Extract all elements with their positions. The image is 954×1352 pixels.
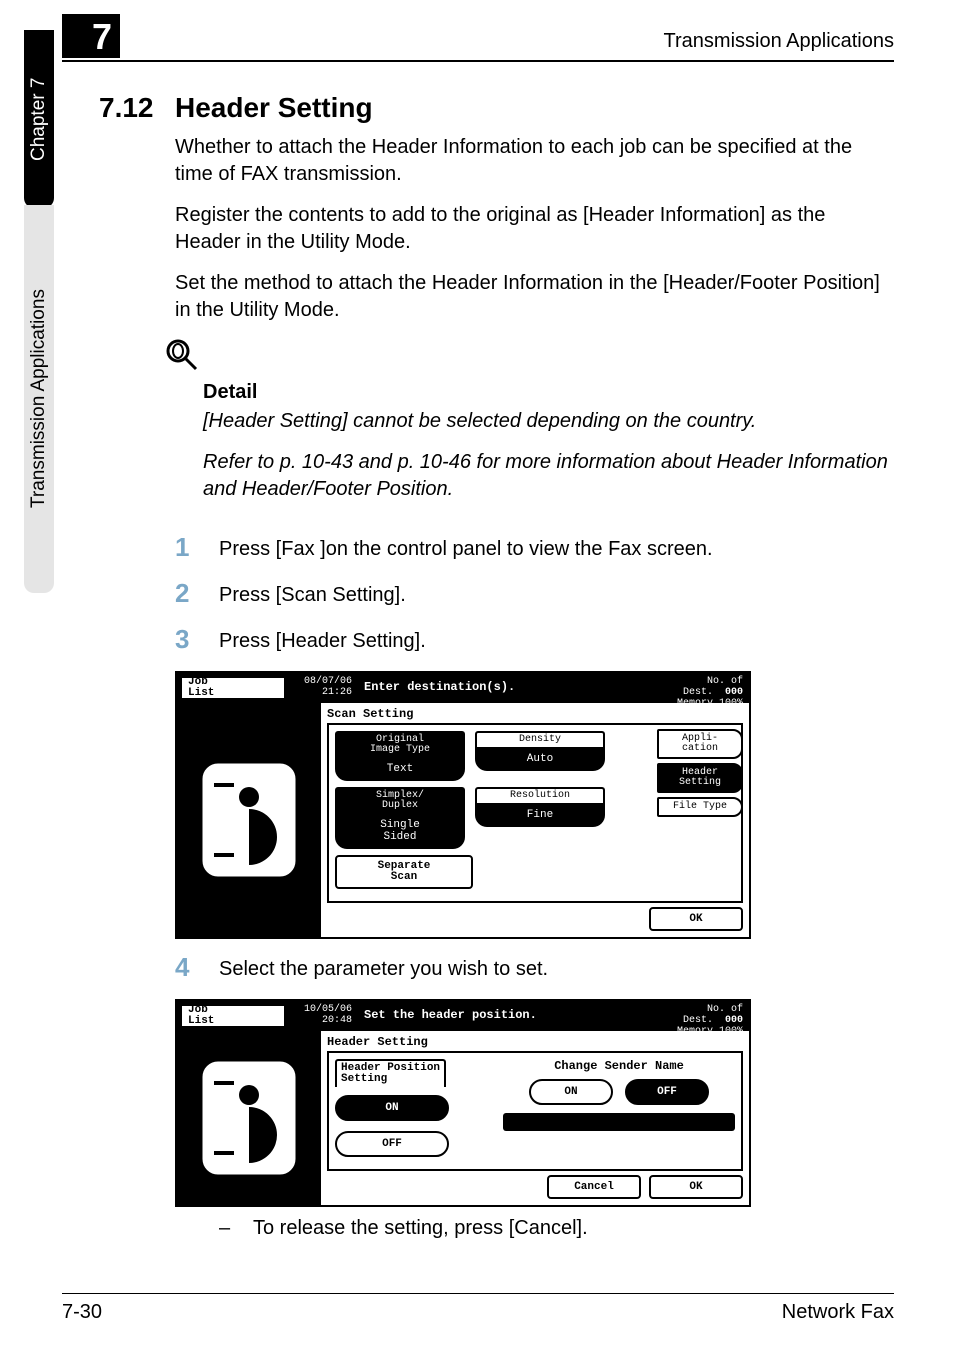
screenshot-header-setting: Job List 10/05/0620:48 Set the header po… xyxy=(175,999,894,1207)
step-4-sub: To release the setting, press [Cancel]. xyxy=(253,1217,588,1240)
header-position-group: Header Position Setting xyxy=(335,1059,446,1087)
status-message: Enter destination(s). xyxy=(356,673,643,703)
step-number-1: 1 xyxy=(175,533,219,562)
job-list-button[interactable]: Job List xyxy=(180,676,286,700)
screenshot-scan-setting: Job List 08/07/0621:26 Enter destination… xyxy=(175,671,894,939)
step-number-3: 3 xyxy=(175,625,219,654)
step-text-1: Press [Fax ]on the control panel to view… xyxy=(219,533,713,563)
section-title: Header Setting xyxy=(175,92,373,123)
change-sender-off[interactable]: OFF xyxy=(625,1079,709,1105)
tab-file-type[interactable]: File Type xyxy=(657,797,743,817)
side-tab-application: Transmission Applications xyxy=(24,205,54,593)
change-sender-name-label: Change Sender Name xyxy=(503,1059,735,1073)
page-header-title: Transmission Applications xyxy=(664,30,894,53)
ok-button[interactable]: OK xyxy=(649,907,743,931)
footer-title: Network Fax xyxy=(782,1301,894,1324)
ok-button[interactable]: OK xyxy=(649,1175,743,1199)
resolution-button[interactable]: Resolution Fine xyxy=(475,787,605,849)
sender-name-slot xyxy=(503,1113,735,1131)
detail-text-2: Refer to p. 10-43 and p. 10-46 for more … xyxy=(203,449,894,503)
section-number: 7.12 xyxy=(99,92,175,124)
step-number-2: 2 xyxy=(175,579,219,608)
status-memory: No. of Dest. 000 Memory 100% xyxy=(643,673,749,703)
status-memory: No. of Dest. 000 Memory 100% xyxy=(643,1001,749,1031)
header-position-off[interactable]: OFF xyxy=(335,1131,449,1157)
simplex-duplex-button[interactable]: Simplex/ Duplex Single Sided xyxy=(335,787,465,849)
status-datetime: 10/05/0620:48 xyxy=(286,1001,356,1031)
step-text-3: Press [Header Setting]. xyxy=(219,625,426,655)
header-position-on[interactable]: ON xyxy=(335,1095,449,1121)
side-tab-chapter: Chapter 7 xyxy=(24,30,54,208)
paragraph-1: Whether to attach the Header Information… xyxy=(175,134,894,188)
status-datetime: 08/07/0621:26 xyxy=(286,673,356,703)
separate-scan-button[interactable]: Separate Scan xyxy=(335,855,473,889)
magnifier-icon xyxy=(165,338,894,377)
document-icon xyxy=(177,703,321,937)
status-message: Set the header position. xyxy=(356,1001,643,1031)
paragraph-3: Set the method to attach the Header Info… xyxy=(175,270,894,324)
document-icon xyxy=(177,1031,321,1205)
chapter-badge: 7 xyxy=(62,14,120,58)
change-sender-on[interactable]: ON xyxy=(529,1079,613,1105)
detail-text-1: [Header Setting] cannot be selected depe… xyxy=(203,408,894,435)
tab-header-setting[interactable]: Header Setting xyxy=(657,763,743,793)
tab-application[interactable]: Appli- cation xyxy=(657,729,743,759)
step-number-4: 4 xyxy=(175,953,219,982)
top-rule xyxy=(62,60,894,62)
bullet-dash: – xyxy=(219,1217,253,1240)
page-number: 7-30 xyxy=(62,1301,102,1324)
step-text-4: Select the parameter you wish to set. xyxy=(219,953,548,983)
cancel-button[interactable]: Cancel xyxy=(547,1175,641,1199)
job-list-button[interactable]: Job List xyxy=(180,1004,286,1028)
density-button[interactable]: Density Auto xyxy=(475,731,605,781)
section-heading: 7.12Header Setting xyxy=(99,92,894,124)
detail-label: Detail xyxy=(203,381,894,404)
footer-rule xyxy=(62,1293,894,1294)
paragraph-2: Register the contents to add to the orig… xyxy=(175,202,894,256)
original-image-type-button[interactable]: Original Image Type Text xyxy=(335,731,465,781)
step-text-2: Press [Scan Setting]. xyxy=(219,579,406,609)
panel-title: Header Setting xyxy=(327,1035,743,1049)
panel-title: Scan Setting xyxy=(327,707,743,721)
